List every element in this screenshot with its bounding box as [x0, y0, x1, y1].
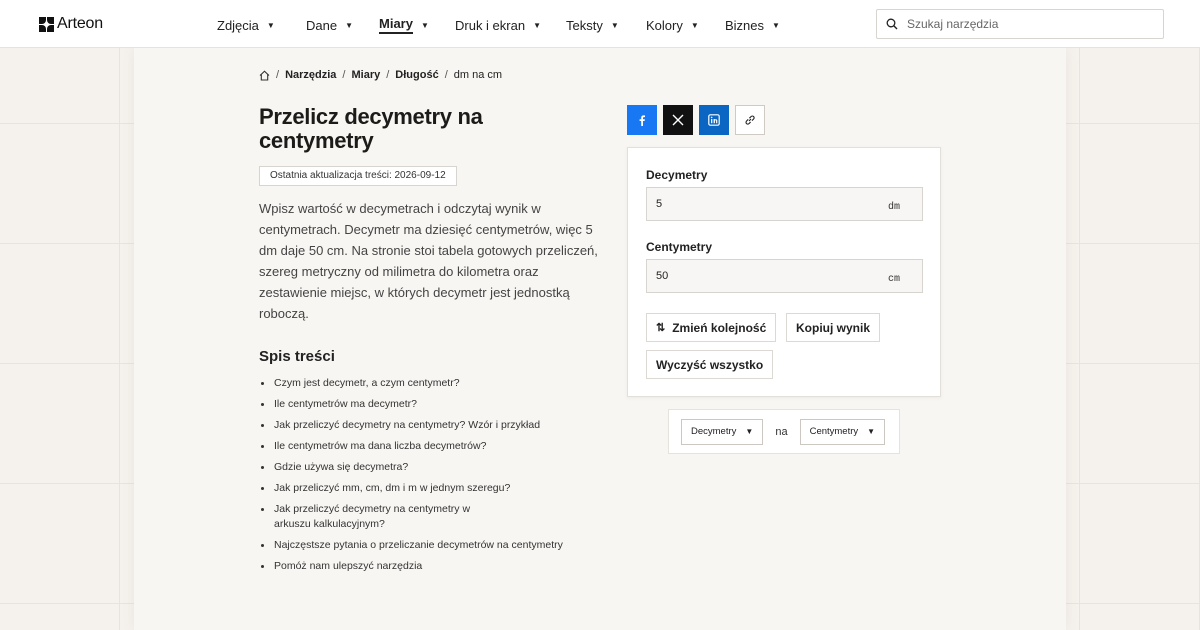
linkedin-icon	[708, 114, 720, 126]
home-icon[interactable]	[259, 69, 270, 81]
nav-item-label: Zdjęcia	[217, 17, 259, 33]
search-input[interactable]	[907, 17, 1147, 31]
breadcrumb-item-narzedzia[interactable]: Narzędzia	[285, 69, 336, 81]
share-buttons	[627, 105, 771, 135]
chevron-down-icon: ▼	[420, 20, 429, 30]
chevron-down-icon: ▼	[610, 20, 619, 30]
copy-result-label: Kopiuj wynik	[796, 320, 871, 335]
breadcrumb-separator: /	[386, 69, 390, 81]
nav-item-kolory[interactable]: Kolory ▼	[646, 16, 725, 34]
nav-item-druk-i-ekran[interactable]: Druk i ekran ▼	[455, 16, 566, 34]
breadcrumb: / Narzędzia / Miary / Długość / dm na cm	[259, 69, 502, 81]
page-title: Przelicz decymetry na centymetry	[259, 104, 483, 153]
swap-order-button[interactable]: ⇅ Zmień kolejność	[646, 313, 777, 342]
chevron-down-icon: ▼	[867, 427, 876, 436]
toc-item[interactable]: Gdzie używa się decymetra?	[259, 460, 599, 475]
share-facebook-button[interactable]	[627, 105, 657, 135]
toc-item[interactable]: Ile centymetrów ma dana liczba decymetró…	[259, 439, 599, 454]
centymetry-input[interactable]	[647, 260, 888, 292]
from-unit-value: Decymetry	[691, 426, 737, 437]
converter-card: Decymetry dm Centymetry cm ⇅ Zmień kolej…	[627, 147, 941, 397]
breadcrumb-separator: /	[342, 69, 346, 81]
x-icon	[672, 114, 684, 126]
content-panel: / Narzędzia / Miary / Długość / dm na cm…	[134, 48, 1066, 630]
nav-item-dane[interactable]: Dane ▼	[306, 16, 379, 34]
decymetry-label: Decymetry	[646, 168, 708, 182]
copy-link-button[interactable]	[735, 105, 765, 135]
facebook-icon	[639, 115, 645, 126]
clear-all-label: Wyczyść wszystko	[656, 357, 764, 372]
to-unit-value: Centymetry	[809, 426, 859, 437]
link-icon	[745, 115, 755, 125]
nav-item-teksty[interactable]: Teksty ▼	[566, 16, 646, 34]
chevron-down-icon: ▼	[345, 20, 353, 30]
unit-dm: dm	[887, 201, 900, 213]
share-x-button[interactable]	[663, 105, 693, 135]
unit-cm: cm	[887, 273, 900, 285]
logo-mark-icon	[39, 16, 54, 32]
breadcrumb-separator: /	[276, 69, 280, 81]
decymetry-input[interactable]	[647, 188, 888, 220]
toc-item[interactable]: Jak przeliczyć decymetry na centymetry? …	[259, 418, 599, 433]
share-linkedin-button[interactable]	[699, 105, 729, 135]
breadcrumb-item-dlugosc[interactable]: Długość	[395, 69, 438, 81]
chevron-down-icon: ▼	[772, 20, 780, 30]
nav-item-label: Kolory	[646, 17, 683, 33]
top-header: Arteon Zdjęcia ▼ Dane ▼ Miary ▼ Druk i e…	[0, 0, 1200, 48]
brand-logo[interactable]: Arteon	[39, 14, 103, 34]
chevron-down-icon: ▼	[533, 20, 541, 30]
swap-order-label: Zmień kolejność	[672, 320, 767, 335]
intro-paragraph: Wpisz wartość w decymetrach i odczytaj w…	[259, 201, 598, 321]
chevron-down-icon: ▼	[266, 20, 275, 30]
from-unit-select[interactable]: Decymetry ▼	[681, 418, 764, 445]
nav-item-zdjecia[interactable]: Zdjęcia ▼	[217, 16, 306, 34]
nav-item-label: Biznes	[725, 17, 765, 33]
brand-name: Arteon	[57, 15, 103, 32]
search-box	[876, 9, 1164, 39]
clear-all-button[interactable]: Wyczyść wszystko	[646, 350, 774, 379]
search-icon	[886, 18, 898, 30]
unit-connector: na	[775, 425, 788, 438]
breadcrumb-current: dm na cm	[453, 69, 503, 81]
last-updated-badge: Ostatnia aktualizacja treści: 2026-09-12	[259, 166, 457, 186]
toc-item[interactable]: Ile centymetrów ma decymetr?	[259, 397, 599, 412]
breadcrumb-separator: /	[444, 69, 448, 81]
toc-item[interactable]: Jak przeliczyć decymetry na centymetry w…	[259, 502, 489, 532]
toc-item[interactable]: Pomóż nam ulepszyć narzędzia	[259, 559, 599, 574]
nav-item-label: Teksty	[566, 17, 603, 33]
table-of-contents: Czym jest decymetr, a czym centymetr? Il…	[259, 376, 599, 580]
toc-item[interactable]: Jak przeliczyć mm, cm, dm i m w jednym s…	[259, 481, 599, 496]
nav-item-miary[interactable]: Miary ▼	[379, 16, 455, 34]
main-nav: Zdjęcia ▼ Dane ▼ Miary ▼ Druk i ekran ▼ …	[217, 16, 780, 34]
nav-item-label: Dane	[306, 17, 338, 33]
decymetry-field: dm	[646, 187, 923, 221]
copy-result-button[interactable]: Kopiuj wynik	[786, 313, 881, 342]
toc-item[interactable]: Czym jest decymetr, a czym centymetr?	[259, 376, 599, 391]
toc-heading: Spis treści	[259, 348, 335, 365]
unit-selector: Decymetry ▼ na Centymetry ▼	[668, 409, 900, 454]
chevron-down-icon: ▼	[745, 427, 754, 436]
centymetry-label: Centymetry	[646, 240, 713, 254]
breadcrumb-item-miary[interactable]: Miary	[351, 69, 380, 81]
chevron-down-icon: ▼	[690, 20, 699, 30]
swap-arrows-icon: ⇅	[656, 322, 666, 334]
to-unit-select[interactable]: Centymetry ▼	[799, 418, 886, 445]
nav-item-label: Miary	[379, 16, 413, 34]
nav-item-label: Druk i ekran	[455, 17, 526, 33]
toc-item[interactable]: Najczęstsze pytania o przeliczanie decym…	[259, 538, 599, 553]
nav-item-biznes[interactable]: Biznes ▼	[725, 16, 780, 34]
centymetry-field: cm	[646, 259, 923, 293]
